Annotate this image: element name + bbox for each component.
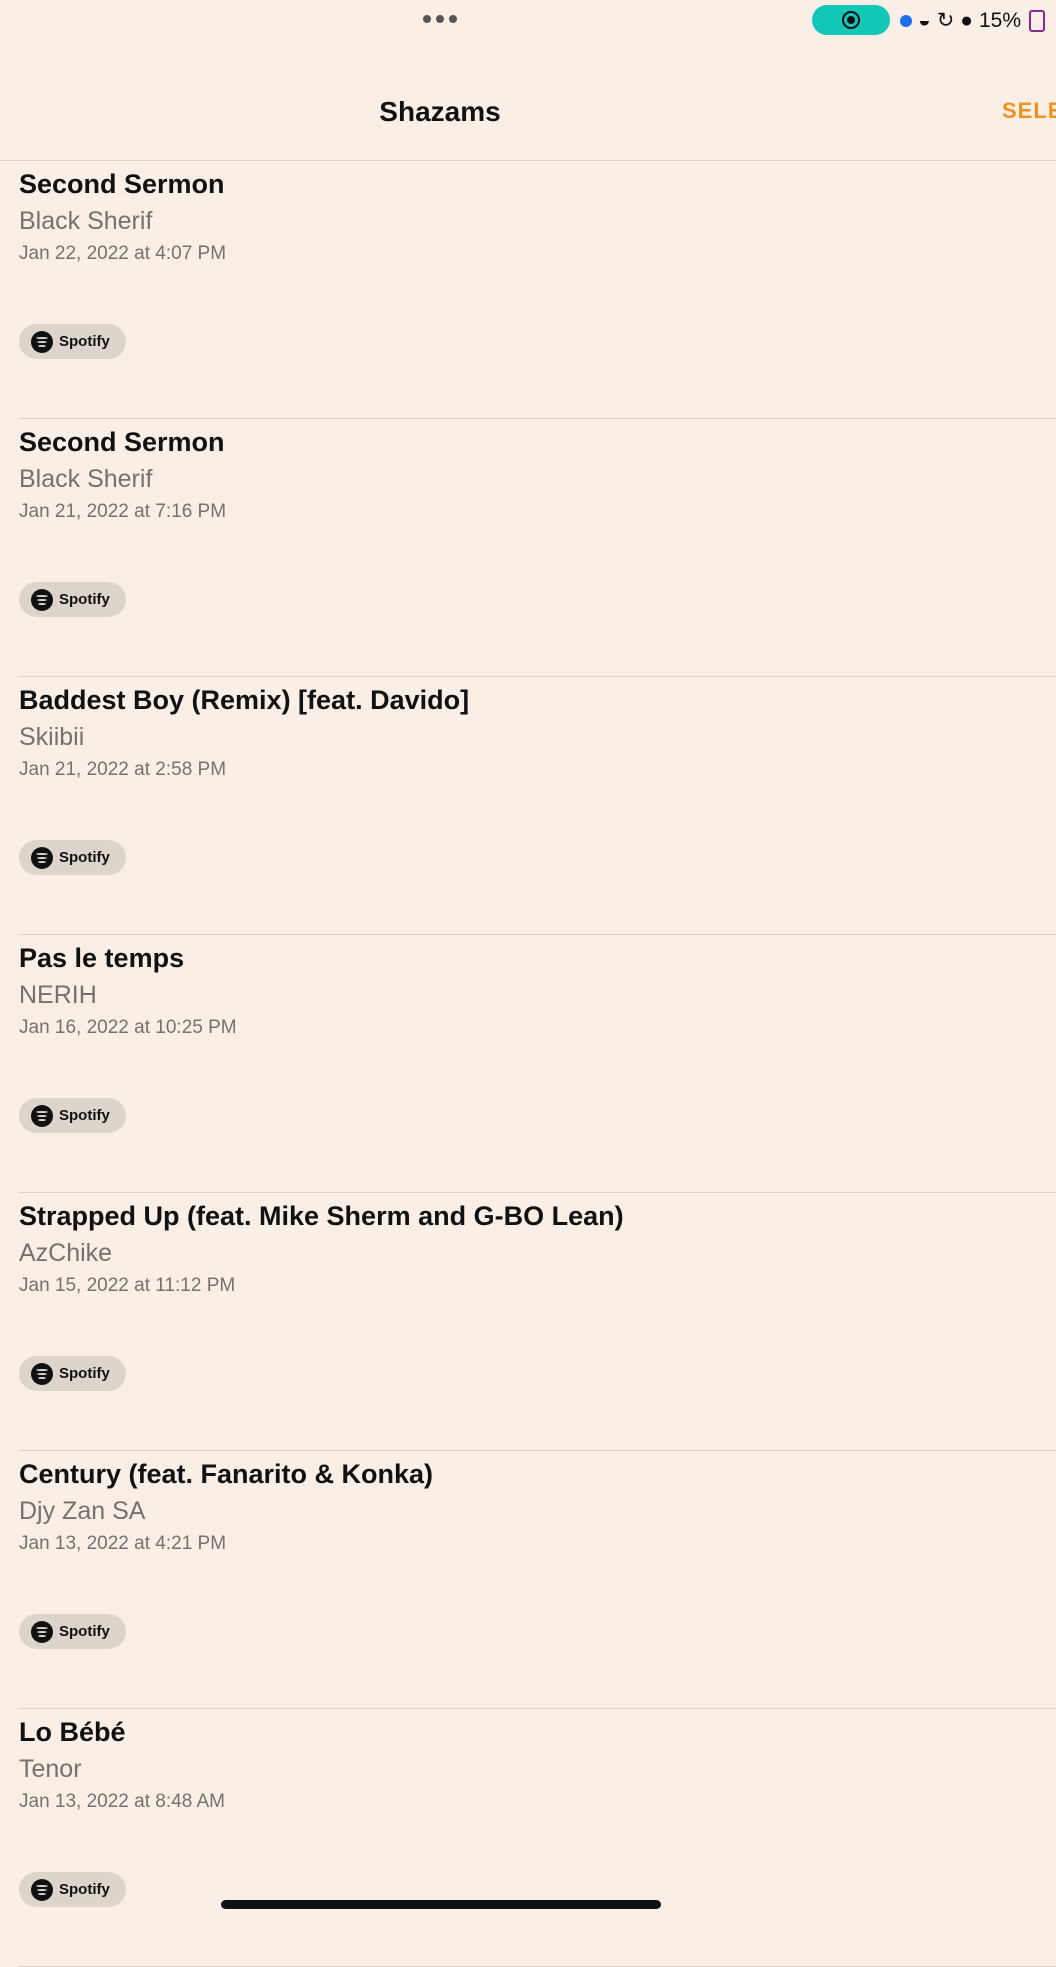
- song-title: Strapped Up (feat. Mike Sherm and G-BO L…: [19, 1201, 624, 1231]
- location-dot-icon: [900, 14, 912, 27]
- shazam-date: Jan 21, 2022 at 7:16 PM: [19, 501, 227, 522]
- song-artist: Black Sherif: [19, 465, 153, 493]
- shazam-date: Jan 13, 2022 at 4:21 PM: [19, 1533, 227, 1554]
- spotify-icon: [31, 1104, 53, 1127]
- list-item[interactable]: Lo Bébé Tenor Jan 13, 2022 at 8:48 AM Spoti…: [19, 1709, 1056, 1967]
- screen-recording-indicator[interactable]: [812, 5, 890, 35]
- shazam-list: Second Sermon Black Sherif Jan 22, 2022 at…: [0, 161, 1056, 1967]
- open-in-spotify-button[interactable]: Spotify: [19, 840, 126, 875]
- status-bar: ◒ ↻ ● 15%: [0, 0, 1056, 40]
- shazam-date: Jan 16, 2022 at 10:25 PM: [19, 1017, 237, 1038]
- spotify-icon: [31, 588, 53, 611]
- open-in-spotify-button[interactable]: Spotify: [19, 324, 126, 359]
- song-title: Second Sermon: [19, 427, 225, 457]
- spotify-label: Spotify: [59, 1623, 110, 1640]
- open-in-spotify-button[interactable]: Spotify: [19, 1614, 126, 1649]
- wifi-icon: ◒: [918, 8, 931, 32]
- shazam-date: Jan 21, 2022 at 2:58 PM: [19, 759, 227, 780]
- song-artist: AzChike: [19, 1239, 113, 1267]
- song-artist: NERIH: [19, 981, 97, 1009]
- song-title: Century (feat. Fanarito & Konka): [19, 1459, 434, 1489]
- spotify-label: Spotify: [59, 849, 110, 866]
- open-in-spotify-button[interactable]: Spotify: [19, 1872, 126, 1907]
- list-item[interactable]: Century (feat. Fanarito & Konka) Djy Zan …: [19, 1451, 1056, 1709]
- song-title: Baddest Boy (Remix) [feat. Davido]: [19, 685, 470, 715]
- battery-icon: [1029, 9, 1046, 32]
- song-title: Lo Bébé: [19, 1717, 126, 1747]
- spotify-label: Spotify: [59, 333, 110, 350]
- rotation-lock-icon: ↻: [936, 9, 955, 32]
- spotify-icon: [31, 846, 53, 869]
- spotify-label: Spotify: [59, 591, 110, 608]
- list-item[interactable]: Strapped Up (feat. Mike Sherm and G-BO L…: [19, 1193, 1056, 1451]
- nav-bar: Shazams SELE: [0, 40, 1056, 160]
- spotify-icon: [31, 1878, 53, 1901]
- open-in-spotify-button[interactable]: Spotify: [19, 1356, 126, 1391]
- battery-percent: 15%: [978, 8, 1022, 32]
- shazam-date: Jan 13, 2022 at 8:48 AM: [19, 1791, 225, 1812]
- list-item[interactable]: Baddest Boy (Remix) [feat. Davido] Skiibi…: [19, 677, 1056, 935]
- song-title: Pas le temps: [19, 943, 185, 973]
- system-icons: ◒ ↻ ● 15%: [900, 8, 1046, 33]
- shazam-date: Jan 15, 2022 at 11:12 PM: [19, 1275, 236, 1296]
- spotify-label: Spotify: [59, 1107, 110, 1124]
- spotify-icon: [31, 1362, 53, 1385]
- spotify-icon: [31, 330, 53, 353]
- song-artist: Black Sherif: [19, 207, 153, 235]
- song-artist: Djy Zan SA: [19, 1497, 146, 1525]
- multitasking-dots-icon[interactable]: [423, 15, 457, 23]
- page-title: Shazams: [379, 96, 501, 127]
- spotify-label: Spotify: [59, 1881, 110, 1898]
- song-artist: Skiibii: [19, 723, 85, 751]
- spotify-icon: [31, 1620, 53, 1643]
- spotify-label: Spotify: [59, 1365, 110, 1382]
- home-indicator[interactable]: [221, 1900, 661, 1909]
- list-item[interactable]: Second Sermon Black Sherif Jan 22, 2022 at…: [19, 161, 1056, 419]
- record-icon: [842, 11, 860, 29]
- person-icon: ●: [960, 8, 973, 32]
- list-item[interactable]: Pas le temps NERIH Jan 16, 2022 at 10:25 P…: [19, 935, 1056, 1193]
- song-artist: Tenor: [19, 1755, 82, 1783]
- select-button[interactable]: SELE: [1002, 98, 1056, 124]
- list-item[interactable]: Second Sermon Black Sherif Jan 21, 2022 at…: [19, 419, 1056, 677]
- open-in-spotify-button[interactable]: Spotify: [19, 582, 126, 617]
- open-in-spotify-button[interactable]: Spotify: [19, 1098, 126, 1133]
- shazam-date: Jan 22, 2022 at 4:07 PM: [19, 243, 227, 264]
- song-title: Second Sermon: [19, 169, 225, 199]
